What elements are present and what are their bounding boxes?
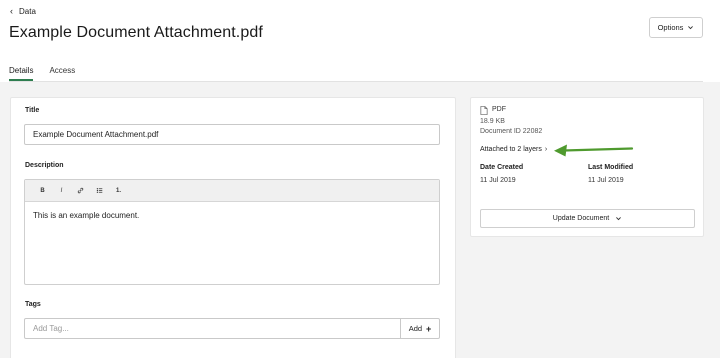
tab-bar: Details Access — [9, 66, 75, 81]
add-tag-label: Add — [408, 324, 423, 333]
date-created-value: 11 Jul 2019 — [480, 177, 516, 184]
italic-button[interactable]: I — [52, 184, 71, 198]
attached-layers-link[interactable]: Attached to 2 layers › — [480, 146, 547, 153]
bulleted-list-button[interactable] — [90, 184, 109, 198]
last-modified-label: Last Modified — [588, 164, 634, 171]
description-editor: B I 1. This is an example document. — [24, 179, 440, 285]
plus-icon: + — [426, 323, 432, 334]
tab-details[interactable]: Details — [9, 66, 34, 81]
tab-divider — [9, 81, 703, 82]
update-document-label: Update Document — [552, 215, 610, 222]
chevron-down-icon — [616, 217, 622, 221]
back-link[interactable]: ‹ Data — [10, 6, 36, 17]
tags-label: Tags — [25, 301, 41, 308]
date-created-label: Date Created — [480, 164, 524, 171]
numbered-list-button[interactable]: 1. — [109, 184, 128, 198]
tab-access[interactable]: Access — [49, 66, 75, 81]
editor-toolbar: B I 1. — [25, 180, 439, 202]
page-title: Example Document Attachment.pdf — [9, 24, 263, 41]
tags-input[interactable]: Add Tag... — [24, 318, 401, 339]
document-id: Document ID 22082 — [480, 128, 543, 135]
annotation-arrow-icon — [554, 144, 634, 157]
update-document-button[interactable]: Update Document — [480, 209, 695, 228]
description-label: Description — [25, 162, 64, 169]
chevron-left-icon: ‹ — [10, 6, 13, 16]
add-tag-button[interactable]: Add + — [400, 318, 440, 339]
file-size: 18.9 KB — [480, 118, 505, 125]
options-label: Options — [657, 23, 684, 32]
file-type: PDF — [492, 106, 506, 113]
back-link-label: Data — [19, 7, 36, 16]
last-modified-value: 11 Jul 2019 — [588, 177, 624, 184]
chevron-down-icon — [688, 26, 694, 30]
description-text[interactable]: This is an example document. — [25, 202, 439, 229]
chevron-right-icon: › — [544, 146, 548, 153]
link-icon — [77, 187, 84, 194]
title-input[interactable]: Example Document Attachment.pdf — [24, 124, 440, 145]
attached-layers-label: Attached to 2 layers — [480, 146, 542, 153]
file-icon — [480, 106, 488, 115]
page-header: ‹ Data Example Document Attachment.pdf O… — [0, 0, 720, 82]
options-button[interactable]: Options — [649, 17, 703, 38]
title-label: Title — [25, 107, 40, 114]
link-button[interactable] — [71, 184, 90, 198]
bold-button[interactable]: B — [33, 184, 52, 198]
bulleted-list-icon — [96, 188, 103, 193]
